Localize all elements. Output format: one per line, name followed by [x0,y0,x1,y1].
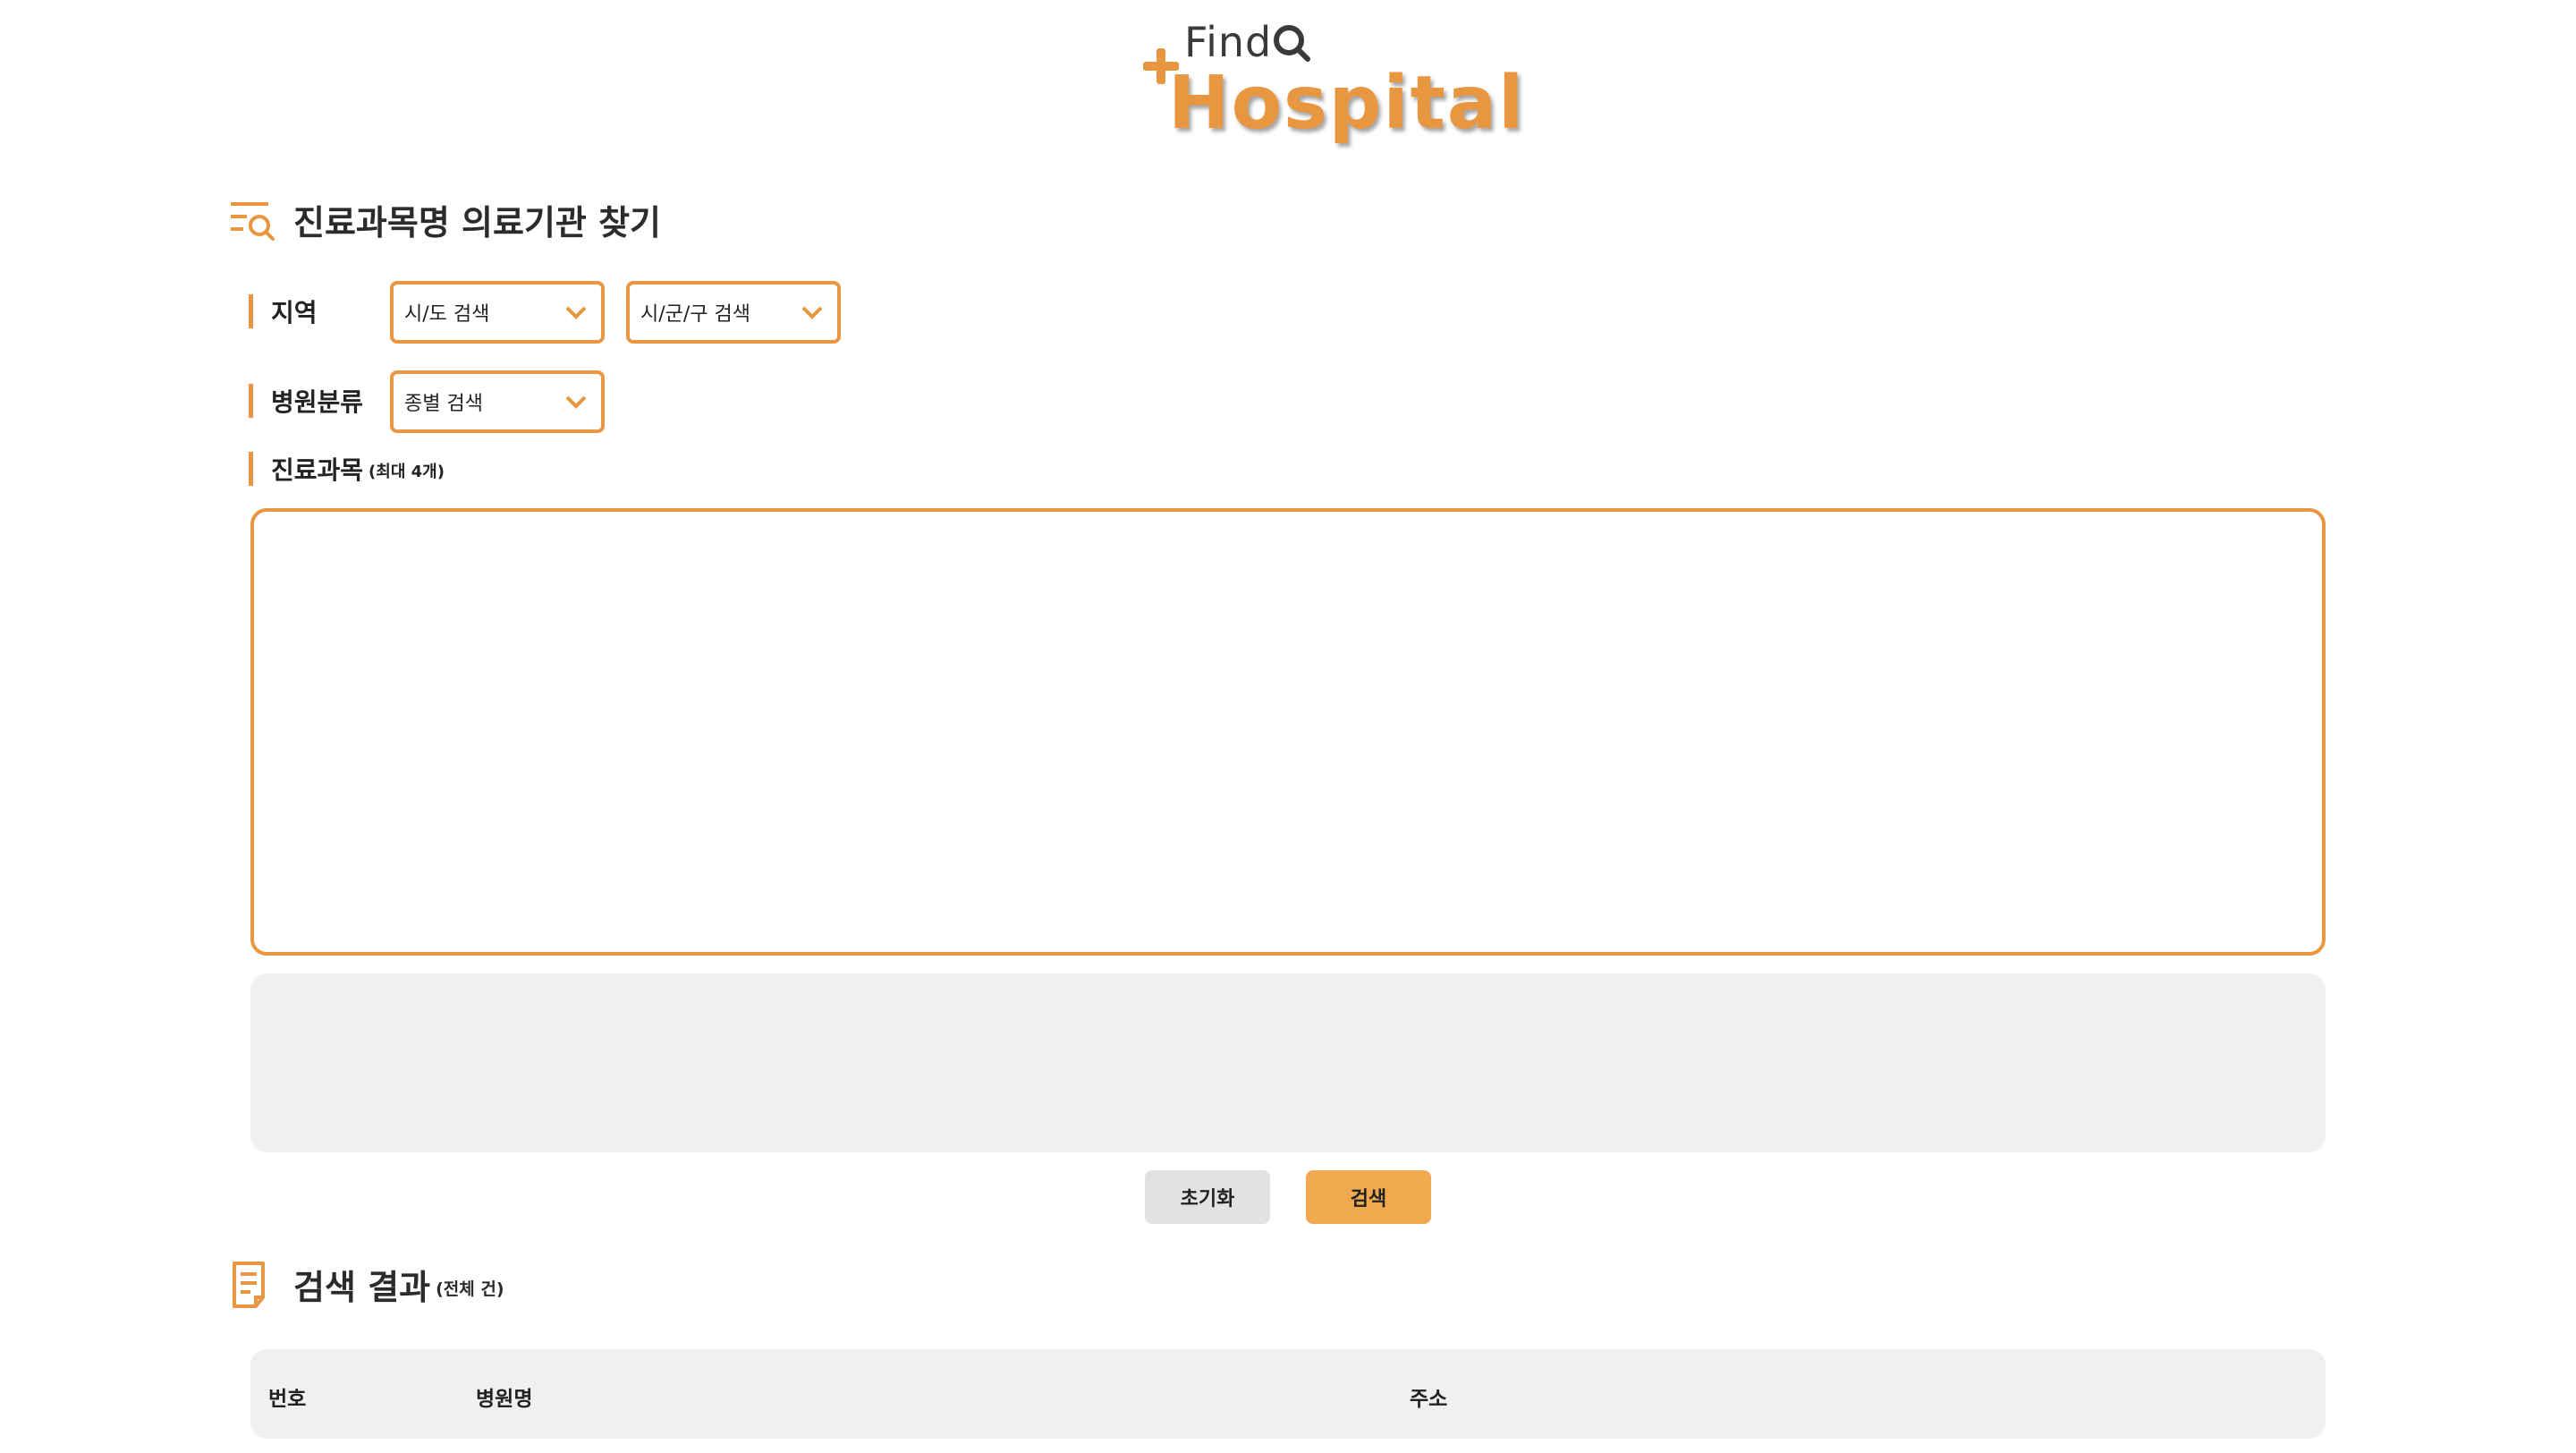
reset-button[interactable]: 초기화 [1145,1170,1270,1224]
region-label: 지역 [271,298,318,327]
department-label-row: 진료과목 (최대 4개) [249,451,445,487]
selected-departments-area [250,973,2326,1152]
department-hint: (최대 4개) [369,463,445,481]
chevron-down-icon [565,395,587,409]
category-select-value: 종별 검색 [404,393,483,415]
column-header-address: 주소 [1410,1388,1448,1411]
sido-select[interactable]: 시/도 검색 [390,281,605,344]
findhospital-logo[interactable]: Find Hospital [1143,16,1523,150]
sido-select-value: 시/도 검색 [404,303,490,326]
search-button[interactable]: 검색 [1306,1170,1431,1224]
results-table-header: 번호 병원명 주소 [250,1349,2326,1439]
logo-find-text: Find [1184,18,1273,66]
label-accent-bar [249,384,253,418]
department-selection-box[interactable] [250,508,2326,956]
region-label-row: 지역 [249,293,318,329]
sigungu-select[interactable]: 시/군/구 검색 [626,281,841,344]
logo-hospital-text: Hospital [1168,61,1526,146]
chevron-down-icon [801,306,823,319]
category-label-row: 병원분류 [249,383,363,419]
results-section-header: 검색 결과 (전체 건) [229,1260,504,1309]
label-accent-bar [249,294,253,328]
magnifier-icon [1274,25,1310,62]
label-accent-bar [249,452,253,486]
results-section-title: 검색 결과 [293,1268,431,1307]
column-header-number: 번호 [268,1388,307,1411]
category-label: 병원분류 [271,387,364,417]
column-header-hospital-name: 병원명 [476,1388,533,1411]
search-section-header: 진료과목명 의료기관 찾기 [229,195,661,244]
department-label: 진료과목 [271,455,364,485]
search-section-title: 진료과목명 의료기관 찾기 [293,203,662,242]
chevron-down-icon [565,306,587,319]
sigungu-select-value: 시/군/구 검색 [640,303,751,326]
category-select[interactable]: 종별 검색 [390,370,605,433]
results-count-hint: (전체 건) [436,1279,504,1299]
document-icon [233,1261,265,1308]
list-search-icon [231,201,275,241]
